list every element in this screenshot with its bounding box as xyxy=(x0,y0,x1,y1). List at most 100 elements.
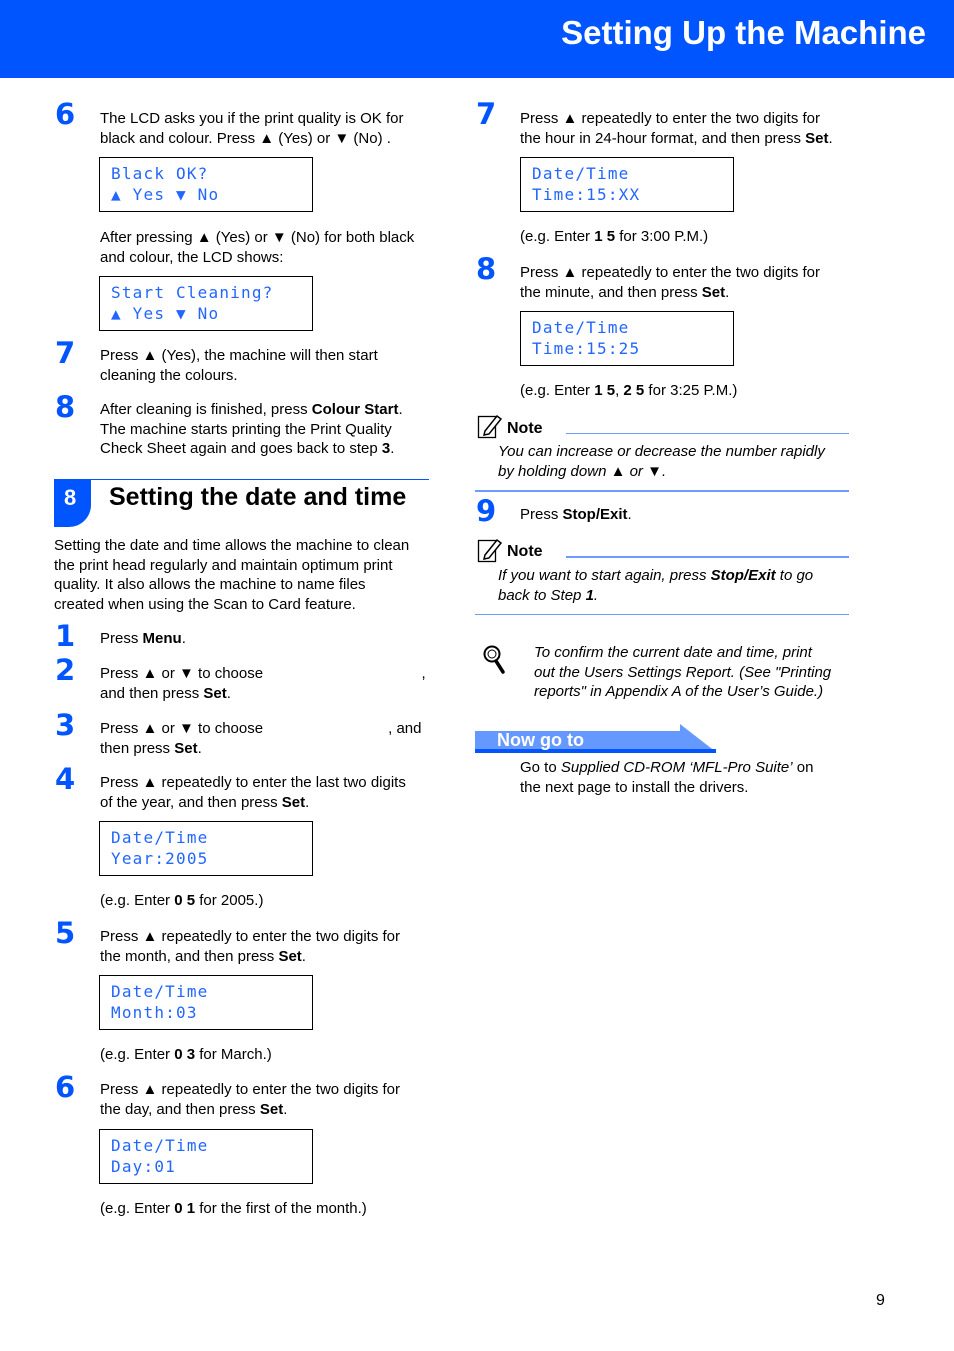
text-run: . xyxy=(725,283,730,301)
text-run: Supplied CD-ROM ‘MFL-Pro Suite’ xyxy=(560,759,793,776)
header-title: Setting Up the Machine xyxy=(561,14,926,51)
text-run: . xyxy=(627,506,632,523)
step-text: Press Menu. xyxy=(100,629,186,649)
step-text: Press ▲ or ▼ to choose , and then press S… xyxy=(100,664,426,703)
example-text: (e.g. Enter 1 5, 2 5 for 3:25 P.M.) xyxy=(520,381,737,401)
text-run: out the Users Settings Report. (See "Pri… xyxy=(534,663,832,681)
step-text: Press Stop/Exit. xyxy=(520,505,632,525)
text-run: Stop/Exit xyxy=(710,567,776,584)
magnifier-icon xyxy=(483,645,505,674)
section-number: 8 xyxy=(64,485,77,510)
step-text: Press ▲ (Yes), the machine will then sta… xyxy=(100,346,378,385)
now-go-to-label: Now go to xyxy=(497,730,584,750)
step-number: 8 xyxy=(476,252,497,286)
step-text: After pressing ▲ (Yes) or ▼ (No) for bot… xyxy=(100,228,414,267)
lcd-line: Date/Time xyxy=(532,164,630,183)
text-run: Press xyxy=(520,506,563,523)
text-run: quality. It also allows the machine to n… xyxy=(54,576,366,593)
header-bar: Setting Up the Machine xyxy=(0,0,954,78)
step-text: Press ▲ repeatedly to enter the two digi… xyxy=(100,927,400,966)
section-title: Setting the date and time xyxy=(109,483,407,511)
text-run: and then press xyxy=(100,684,204,702)
lcd-display: Date/Time Day:01 xyxy=(99,1129,313,1184)
step-number: 6 xyxy=(55,97,76,131)
note-label: Note xyxy=(507,420,543,437)
text-run: . xyxy=(181,630,186,647)
text-run: Menu xyxy=(142,630,182,647)
lcd-line: ▲ Yes ▼ No xyxy=(111,185,220,204)
text-run: . xyxy=(226,684,231,702)
text-run: to go xyxy=(775,567,814,584)
text-run: black and colour. Press ▲ (Yes) or ▼ (No… xyxy=(100,129,391,147)
text-run: Go to xyxy=(520,759,561,776)
text-run: Colour Start xyxy=(311,401,399,418)
example-text: (e.g. Enter 1 5 for 3:00 P.M.) xyxy=(520,227,708,247)
step-text: After cleaning is finished, press Colour… xyxy=(100,400,403,459)
lcd-line: Start Cleaning? xyxy=(111,283,274,302)
text-run: Press ▲ repeatedly to enter the last two… xyxy=(100,774,406,791)
text-run: 3 xyxy=(381,440,391,457)
lcd-line: Year:2005 xyxy=(111,849,209,868)
lcd-line: Month:03 xyxy=(111,1003,198,1022)
text-run: (e.g. Enter xyxy=(100,892,175,909)
text-run: Set xyxy=(701,283,726,301)
text-run: for 3:00 P.M.) xyxy=(615,228,709,245)
step-number: 7 xyxy=(55,336,76,370)
text-run: After pressing ▲ (Yes) or ▼ (No) for bot… xyxy=(100,229,415,246)
step-number: 7 xyxy=(476,97,497,131)
step-text: Press ▲ or ▼ to choose , and then press S… xyxy=(100,719,421,758)
text-run: 0 3 xyxy=(174,1046,196,1063)
section-number-tab: 8 xyxy=(54,480,91,527)
text-run: . xyxy=(197,739,202,757)
text-run: You can increase or decrease the number … xyxy=(498,443,825,460)
text-run: 0 5 xyxy=(174,892,196,909)
text-run: for 3:25 P.M.) xyxy=(644,382,738,399)
step-number: 3 xyxy=(55,708,76,742)
text-run: Press ▲ repeatedly to enter the two digi… xyxy=(100,928,400,945)
text-run: (e.g. Enter xyxy=(100,1200,175,1217)
step-number: 4 xyxy=(55,762,76,796)
text-run: Press ▲ (Yes), the machine will then sta… xyxy=(100,347,378,364)
lcd-display: Date/Time Year:2005 xyxy=(99,821,313,876)
lcd-line: Date/Time xyxy=(111,1136,209,1155)
text-run: for March.) xyxy=(195,1046,272,1063)
lcd-line: Date/Time xyxy=(111,828,209,847)
lcd-line: Date/Time xyxy=(111,982,209,1001)
step-text: Press ▲ repeatedly to enter the two digi… xyxy=(100,1080,400,1119)
step-text: Press ▲ repeatedly to enter the two digi… xyxy=(520,263,820,302)
lcd-display: Date/Time Time:15:XX xyxy=(520,157,734,212)
text-run: After cleaning is finished, press xyxy=(100,401,312,418)
text-run: If you want to start again, press xyxy=(498,567,711,584)
note-text: You can increase or decrease the number … xyxy=(498,442,825,481)
text-run: Set xyxy=(259,1100,284,1118)
step-text: Press ▲ repeatedly to enter the two digi… xyxy=(520,109,833,148)
note-pencil-icon xyxy=(477,414,503,439)
text-run: Press ▲ repeatedly to enter the two digi… xyxy=(100,1081,400,1098)
lcd-display: Date/Time Month:03 xyxy=(99,975,313,1030)
section-intro: Setting the date and time allows the mac… xyxy=(54,536,409,614)
note-rule xyxy=(566,433,849,434)
note-rule xyxy=(475,614,849,615)
example-text: (e.g. Enter 0 1 for the first of the mon… xyxy=(100,1199,367,1219)
text-run: (e.g. Enter xyxy=(100,1046,175,1063)
step-text: Press ▲ repeatedly to enter the last two… xyxy=(100,773,406,812)
text-run: Set xyxy=(174,739,198,757)
text-run: for the first of the month.) xyxy=(195,1200,367,1217)
text-run: . xyxy=(593,586,599,604)
text-run: Stop/Exit xyxy=(562,506,628,523)
text-run: back to Step xyxy=(498,586,586,604)
lcd-line: Time:15:25 xyxy=(532,339,641,358)
text-run: then press xyxy=(100,739,175,757)
text-run: created when using the Scan to Card feat… xyxy=(54,595,356,613)
section-rule xyxy=(54,479,429,480)
text-run: . xyxy=(828,129,833,147)
lcd-line: Day:01 xyxy=(111,1157,176,1176)
text-run: by holding down ▲ or ▼. xyxy=(498,462,667,480)
example-text: (e.g. Enter 0 5 for 2005.) xyxy=(100,891,263,911)
text-run: Press ▲ or ▼ to choose , and xyxy=(100,720,422,737)
text-run: (e.g. Enter xyxy=(520,228,595,245)
lcd-line: Date/Time xyxy=(532,318,630,337)
step-number: 1 xyxy=(55,619,76,653)
lcd-line: Time:15:XX xyxy=(532,185,641,204)
step-number: 6 xyxy=(55,1070,76,1104)
